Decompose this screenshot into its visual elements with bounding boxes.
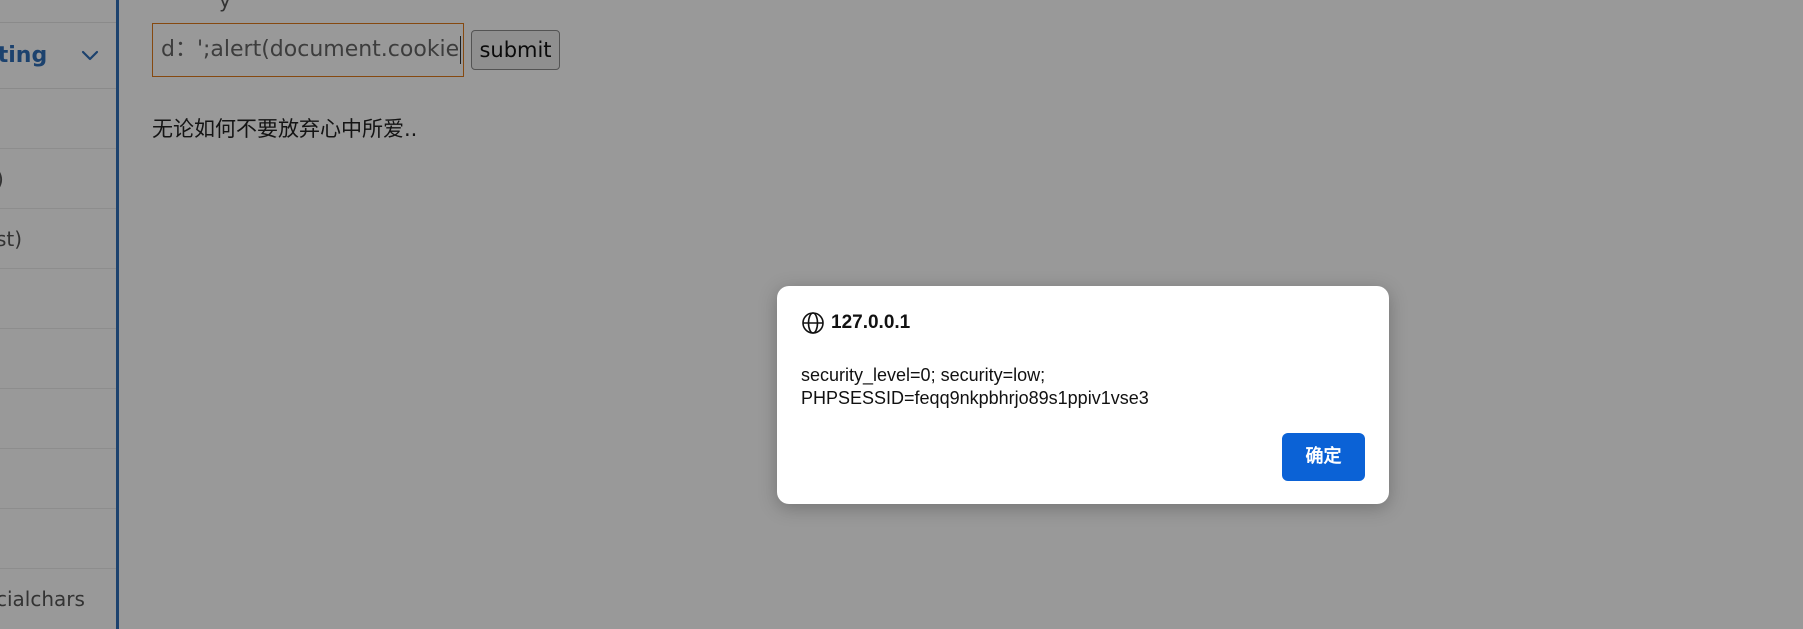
dialog-message-line: PHPSESSID=feqq9nkpbhrjo89s1ppiv1vse3 [801,388,1149,408]
dialog-origin: 127.0.0.1 [801,310,910,336]
globe-icon [802,312,824,334]
dialog-message: security_level=0; security=low; PHPSESSI… [801,364,1361,410]
dialog-origin-text: 127.0.0.1 [831,312,911,333]
dialog-message-line: security_level=0; security=low; [801,365,1046,385]
ok-button[interactable]: 确定 [1282,433,1365,481]
alert-dialog: 127.0.0.1 security_level=0; security=low… [777,286,1389,504]
browser-page: pting ) st) cialchars y d：';alert(docume… [0,0,1803,629]
